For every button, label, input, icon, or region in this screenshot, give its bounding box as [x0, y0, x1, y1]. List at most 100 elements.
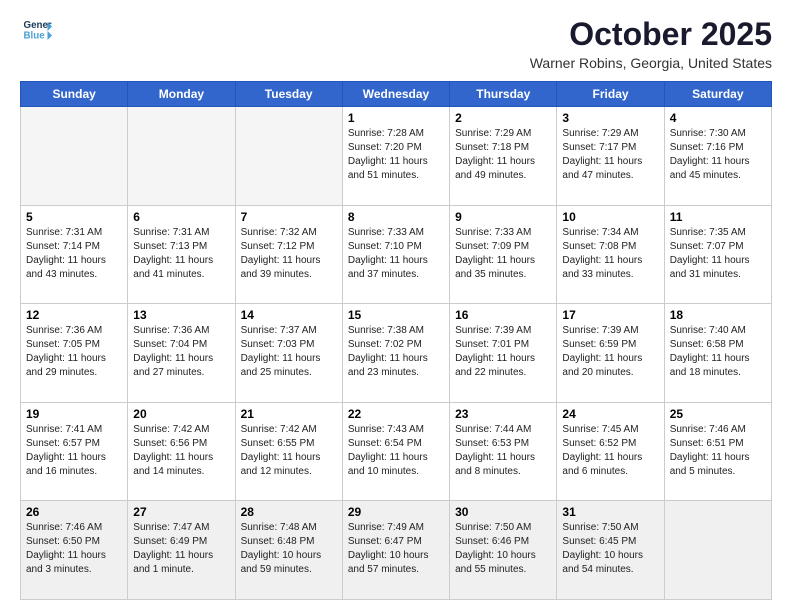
week-row-3: 12 Sunrise: 7:36 AM Sunset: 7:05 PM Dayli… [21, 304, 772, 403]
day-cell-4-3: 29 Sunrise: 7:49 AM Sunset: 6:47 PM Dayli… [342, 501, 449, 600]
day-info-9: Sunrise: 7:33 AM Sunset: 7:09 PM Dayligh… [455, 226, 551, 282]
day-info-30: Sunrise: 7:50 AM Sunset: 6:46 PM Dayligh… [455, 521, 551, 577]
day-cell-4-2: 28Sunrise: 7:48 AM Sunset: 6:48 PM Dayli… [235, 501, 342, 600]
day-cell-1-6: 11Sunrise: 7:35 AM Sunset: 7:07 PM Dayli… [664, 205, 771, 304]
day-number-13: 13 [133, 308, 229, 322]
day-info-12: Sunrise: 7:36 AM Sunset: 7:05 PM Dayligh… [26, 324, 122, 380]
day-number-14: 14 [241, 308, 337, 322]
day-number-28: 28 [241, 505, 337, 519]
header-friday: Friday [557, 82, 664, 107]
day-number-6: 6 [133, 210, 229, 224]
title-block: October 2025 Warner Robins, Georgia, Uni… [530, 16, 772, 71]
day-cell-3-0: 19 Sunrise: 7:41 AM Sunset: 6:57 PM Dayli… [21, 402, 128, 501]
day-info-16: Sunrise: 7:39 AM Sunset: 7:01 PM Dayligh… [455, 324, 551, 380]
day-info-1: Sunrise: 7:28 AM Sunset: 7:20 PM Dayligh… [348, 127, 444, 183]
day-number-17: 17 [562, 308, 658, 322]
day-cell-1-4: 9Sunrise: 7:33 AM Sunset: 7:09 PM Daylig… [450, 205, 557, 304]
day-info-24: Sunrise: 7:45 AM Sunset: 6:52 PM Dayligh… [562, 423, 658, 479]
day-info-27: Sunrise: 7:47 AM Sunset: 6:49 PM Dayligh… [133, 521, 229, 577]
day-cell-2-6: 18Sunrise: 7:40 AM Sunset: 6:58 PM Dayli… [664, 304, 771, 403]
logo: General Blue [20, 16, 52, 46]
day-info-13: Sunrise: 7:36 AM Sunset: 7:04 PM Dayligh… [133, 324, 229, 380]
day-number-26: 26 [26, 505, 122, 519]
day-info-20: Sunrise: 7:42 AM Sunset: 6:56 PM Dayligh… [133, 423, 229, 479]
week-row-4: 19 Sunrise: 7:41 AM Sunset: 6:57 PM Dayli… [21, 402, 772, 501]
day-number-23: 23 [455, 407, 551, 421]
day-cell-3-3: 22Sunrise: 7:43 AM Sunset: 6:54 PM Dayli… [342, 402, 449, 501]
month-title: October 2025 [530, 16, 772, 53]
day-info-14: Sunrise: 7:37 AM Sunset: 7:03 PM Dayligh… [241, 324, 337, 380]
day-number-12: 12 [26, 308, 122, 322]
day-info-15: Sunrise: 7:38 AM Sunset: 7:02 PM Dayligh… [348, 324, 444, 380]
day-info-26: Sunrise: 7:46 AM Sunset: 6:50 PM Dayligh… [26, 521, 122, 577]
day-number-30: 30 [455, 505, 551, 519]
day-number-18: 18 [670, 308, 766, 322]
day-info-2: Sunrise: 7:29 AM Sunset: 7:18 PM Dayligh… [455, 127, 551, 183]
day-cell-0-2 [235, 107, 342, 206]
day-cell-4-5: 31 Sunrise: 7:50 AM Sunset: 6:45 PM Dayli… [557, 501, 664, 600]
svg-text:Blue: Blue [24, 31, 46, 42]
day-number-5: 5 [26, 210, 122, 224]
day-cell-2-1: 13 Sunrise: 7:36 AM Sunset: 7:04 PM Dayli… [128, 304, 235, 403]
day-number-16: 16 [455, 308, 551, 322]
day-cell-2-2: 14 Sunrise: 7:37 AM Sunset: 7:03 PM Dayli… [235, 304, 342, 403]
day-cell-4-0: 26 Sunrise: 7:46 AM Sunset: 6:50 PM Dayli… [21, 501, 128, 600]
day-number-11: 11 [670, 210, 766, 224]
day-number-7: 7 [241, 210, 337, 224]
day-info-21: Sunrise: 7:42 AM Sunset: 6:55 PM Dayligh… [241, 423, 337, 479]
header-saturday: Saturday [664, 82, 771, 107]
day-cell-3-4: 23 Sunrise: 7:44 AM Sunset: 6:53 PM Dayli… [450, 402, 557, 501]
day-cell-2-5: 17Sunrise: 7:39 AM Sunset: 6:59 PM Dayli… [557, 304, 664, 403]
day-number-24: 24 [562, 407, 658, 421]
day-info-6: Sunrise: 7:31 AM Sunset: 7:13 PM Dayligh… [133, 226, 229, 282]
day-cell-1-5: 10Sunrise: 7:34 AM Sunset: 7:08 PM Dayli… [557, 205, 664, 304]
day-cell-0-6: 4 Sunrise: 7:30 AM Sunset: 7:16 PM Daylig… [664, 107, 771, 206]
day-number-2: 2 [455, 111, 551, 125]
week-row-1: 1Sunrise: 7:28 AM Sunset: 7:20 PM Daylig… [21, 107, 772, 206]
day-number-25: 25 [670, 407, 766, 421]
day-number-31: 31 [562, 505, 658, 519]
header-wednesday: Wednesday [342, 82, 449, 107]
header-monday: Monday [128, 82, 235, 107]
day-cell-1-2: 7 Sunrise: 7:32 AM Sunset: 7:12 PM Daylig… [235, 205, 342, 304]
day-cell-1-1: 6 Sunrise: 7:31 AM Sunset: 7:13 PM Daylig… [128, 205, 235, 304]
day-info-5: Sunrise: 7:31 AM Sunset: 7:14 PM Dayligh… [26, 226, 122, 282]
day-cell-0-4: 2 Sunrise: 7:29 AM Sunset: 7:18 PM Daylig… [450, 107, 557, 206]
day-cell-3-6: 25Sunrise: 7:46 AM Sunset: 6:51 PM Dayli… [664, 402, 771, 501]
day-info-19: Sunrise: 7:41 AM Sunset: 6:57 PM Dayligh… [26, 423, 122, 479]
day-number-4: 4 [670, 111, 766, 125]
day-number-3: 3 [562, 111, 658, 125]
header-tuesday: Tuesday [235, 82, 342, 107]
day-cell-3-1: 20 Sunrise: 7:42 AM Sunset: 6:56 PM Dayli… [128, 402, 235, 501]
location-title: Warner Robins, Georgia, United States [530, 55, 772, 71]
day-info-4: Sunrise: 7:30 AM Sunset: 7:16 PM Dayligh… [670, 127, 766, 183]
day-info-8: Sunrise: 7:33 AM Sunset: 7:10 PM Dayligh… [348, 226, 444, 282]
day-info-31: Sunrise: 7:50 AM Sunset: 6:45 PM Dayligh… [562, 521, 658, 577]
day-cell-3-2: 21 Sunrise: 7:42 AM Sunset: 6:55 PM Dayli… [235, 402, 342, 501]
week-row-5: 26 Sunrise: 7:46 AM Sunset: 6:50 PM Dayli… [21, 501, 772, 600]
header: General Blue October 2025 Warner Robins,… [20, 16, 772, 71]
day-number-29: 29 [348, 505, 444, 519]
day-cell-0-3: 1Sunrise: 7:28 AM Sunset: 7:20 PM Daylig… [342, 107, 449, 206]
day-info-3: Sunrise: 7:29 AM Sunset: 7:17 PM Dayligh… [562, 127, 658, 183]
calendar-table: Sunday Monday Tuesday Wednesday Thursday… [20, 81, 772, 600]
day-number-20: 20 [133, 407, 229, 421]
day-cell-1-0: 5 Sunrise: 7:31 AM Sunset: 7:14 PM Daylig… [21, 205, 128, 304]
day-cell-0-1 [128, 107, 235, 206]
day-info-29: Sunrise: 7:49 AM Sunset: 6:47 PM Dayligh… [348, 521, 444, 577]
header-sunday: Sunday [21, 82, 128, 107]
day-number-21: 21 [241, 407, 337, 421]
day-cell-4-4: 30 Sunrise: 7:50 AM Sunset: 6:46 PM Dayli… [450, 501, 557, 600]
day-cell-4-6 [664, 501, 771, 600]
day-cell-1-3: 8Sunrise: 7:33 AM Sunset: 7:10 PM Daylig… [342, 205, 449, 304]
day-cell-2-3: 15Sunrise: 7:38 AM Sunset: 7:02 PM Dayli… [342, 304, 449, 403]
day-number-19: 19 [26, 407, 122, 421]
logo-icon: General Blue [22, 16, 52, 46]
day-cell-0-0 [21, 107, 128, 206]
day-info-23: Sunrise: 7:44 AM Sunset: 6:53 PM Dayligh… [455, 423, 551, 479]
day-number-27: 27 [133, 505, 229, 519]
header-thursday: Thursday [450, 82, 557, 107]
weekday-header-row: Sunday Monday Tuesday Wednesday Thursday… [21, 82, 772, 107]
day-info-7: Sunrise: 7:32 AM Sunset: 7:12 PM Dayligh… [241, 226, 337, 282]
day-cell-3-5: 24 Sunrise: 7:45 AM Sunset: 6:52 PM Dayli… [557, 402, 664, 501]
